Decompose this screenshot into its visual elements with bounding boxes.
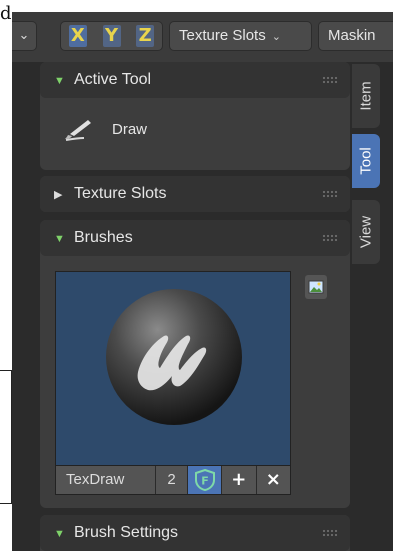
tab-view-label: View xyxy=(357,215,375,249)
active-tool-panel-header[interactable]: ▼ Active Tool xyxy=(40,62,350,98)
mode-dropdown-stub[interactable]: ⌄ xyxy=(12,21,37,51)
texture-slots-panel-title: Texture Slots xyxy=(74,185,167,202)
texture-slots-dropdown[interactable]: Texture Slots ⌄ xyxy=(169,21,312,51)
axis-y-toggle[interactable]: Y xyxy=(95,22,129,50)
background-frame xyxy=(0,370,12,504)
tab-item[interactable]: Item xyxy=(352,64,380,128)
texture-slots-panel: ▶ Texture Slots xyxy=(40,176,350,212)
mirror-axis-group: X Y Z xyxy=(60,21,163,51)
masking-dropdown[interactable]: Maskin xyxy=(318,21,393,51)
axis-x-label: X xyxy=(68,25,87,47)
brushes-panel-title: Brushes xyxy=(74,229,133,246)
active-tool-name: Draw xyxy=(112,120,148,138)
drag-grip-icon[interactable] xyxy=(322,76,338,84)
drag-grip-icon[interactable] xyxy=(322,234,338,242)
brushes-panel-header[interactable]: ▼ Brushes xyxy=(40,220,350,256)
tab-item-label: Item xyxy=(357,81,375,111)
expanded-triangle-icon: ▼ xyxy=(54,75,65,87)
active-tool-row[interactable]: Draw xyxy=(62,112,147,146)
chevron-down-icon: ⌄ xyxy=(271,31,281,43)
axis-x-toggle[interactable]: X xyxy=(61,22,95,50)
brush-preview[interactable] xyxy=(55,271,291,465)
unlink-brush-button[interactable]: × xyxy=(256,466,290,494)
axis-z-toggle[interactable]: Z xyxy=(128,22,162,50)
texture-slots-panel-header[interactable]: ▶ Texture Slots xyxy=(40,176,350,212)
active-tool-panel-title: Active Tool xyxy=(74,71,152,88)
fake-user-label: F xyxy=(201,475,209,488)
brush-user-count[interactable]: 2 xyxy=(156,466,188,494)
fake-user-shield-icon: F xyxy=(194,469,215,491)
image-browse-button[interactable] xyxy=(305,275,327,299)
fake-user-button[interactable]: F xyxy=(188,466,222,494)
brush-name-field[interactable]: TexDraw xyxy=(56,466,156,494)
brush-settings-panel: ▼ Brush Settings xyxy=(40,515,350,551)
masking-dropdown-label: Maskin xyxy=(328,27,376,44)
new-brush-button[interactable]: + xyxy=(222,466,257,494)
drag-grip-icon[interactable] xyxy=(322,190,338,198)
brush-settings-panel-header[interactable]: ▼ Brush Settings xyxy=(40,515,350,551)
chevron-down-icon: ⌄ xyxy=(18,28,30,43)
background-letter: d xyxy=(0,3,12,24)
axis-z-label: Z xyxy=(136,25,155,47)
axis-y-label: Y xyxy=(102,25,121,47)
brush-settings-panel-title: Brush Settings xyxy=(74,524,179,541)
expanded-triangle-icon: ▼ xyxy=(54,233,65,245)
collapsed-triangle-icon: ▶ xyxy=(54,189,63,201)
brush-sphere-icon xyxy=(106,289,242,425)
tab-tool[interactable]: Tool xyxy=(352,134,380,188)
tab-view[interactable]: View xyxy=(352,200,380,264)
image-browse-icon xyxy=(308,280,324,294)
texture-slots-dropdown-label: Texture Slots xyxy=(179,27,266,44)
drag-grip-icon[interactable] xyxy=(322,529,338,537)
draw-brush-icon xyxy=(65,120,91,141)
tab-tool-label: Tool xyxy=(357,147,375,175)
brush-datablock-selector: TexDraw 2 F + × xyxy=(55,465,291,495)
expanded-triangle-icon: ▼ xyxy=(54,528,65,540)
